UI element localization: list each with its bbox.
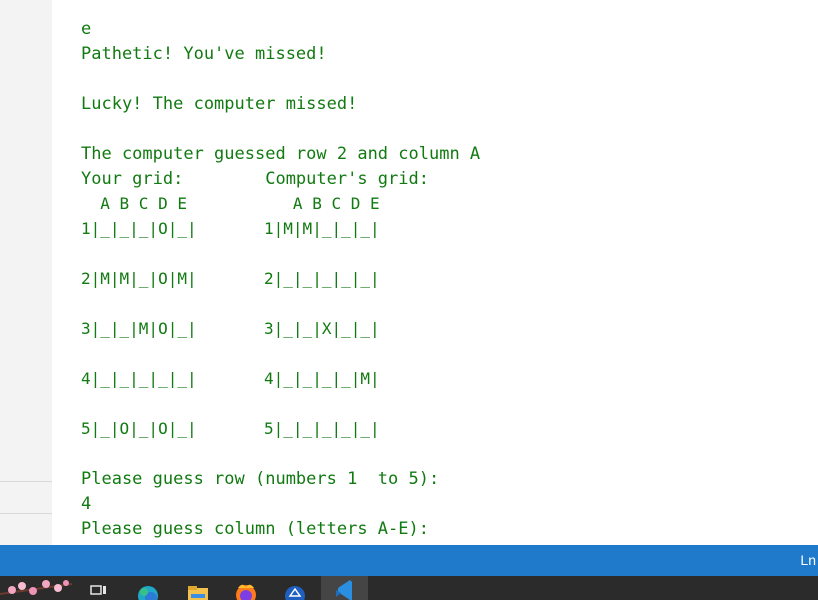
left-gutter — [0, 0, 52, 545]
terminal-line: Pathetic! You've missed! — [81, 44, 327, 64]
grid-row: 4|_|_|_|_|_| 4|_|_|_|_|M| — [81, 369, 380, 388]
app-icon[interactable] — [282, 576, 308, 604]
terminal-line: Lucky! The computer missed! — [81, 94, 358, 114]
taskbar — [0, 576, 818, 604]
terminal-line: Please guess column (letters A-E): — [81, 519, 429, 539]
grid-header: A B C D E A B C D E — [81, 194, 380, 213]
grid-row: 3|_|_|M|O|_| 3|_|_|X|_|_| — [81, 319, 380, 338]
vscode-icon[interactable] — [330, 576, 358, 600]
firefox-icon[interactable] — [233, 576, 259, 604]
task-view-icon[interactable] — [88, 576, 110, 600]
terminal-line: The computer guessed row 2 and column A — [81, 144, 481, 164]
gutter-divider — [0, 513, 52, 514]
status-bar: Ln — [0, 545, 818, 576]
file-explorer-icon[interactable] — [185, 576, 211, 600]
gutter-divider — [0, 481, 52, 482]
terminal-panel[interactable]: e Pathetic! You've missed! Lucky! The co… — [52, 0, 818, 545]
grid-row: 1|_|_|_|O|_| 1|M|M|_|_|_| — [81, 219, 380, 238]
terminal-line: Your grid: Computer's grid: — [81, 169, 429, 189]
terminal-line: e — [81, 19, 92, 39]
grid-row: 2|M|M|_|O|M| 2|_|_|_|_|_| — [81, 269, 380, 288]
edge-icon[interactable] — [135, 576, 161, 604]
grid-row: 5|_|O|_|O|_| 5|_|_|_|_|_| — [81, 419, 380, 438]
line-indicator[interactable]: Ln — [800, 545, 818, 576]
terminal-line: 4 — [81, 494, 92, 514]
terminal-line: Please guess row (numbers 1 to 5): — [81, 469, 440, 489]
blossom-icon[interactable] — [0, 576, 73, 600]
